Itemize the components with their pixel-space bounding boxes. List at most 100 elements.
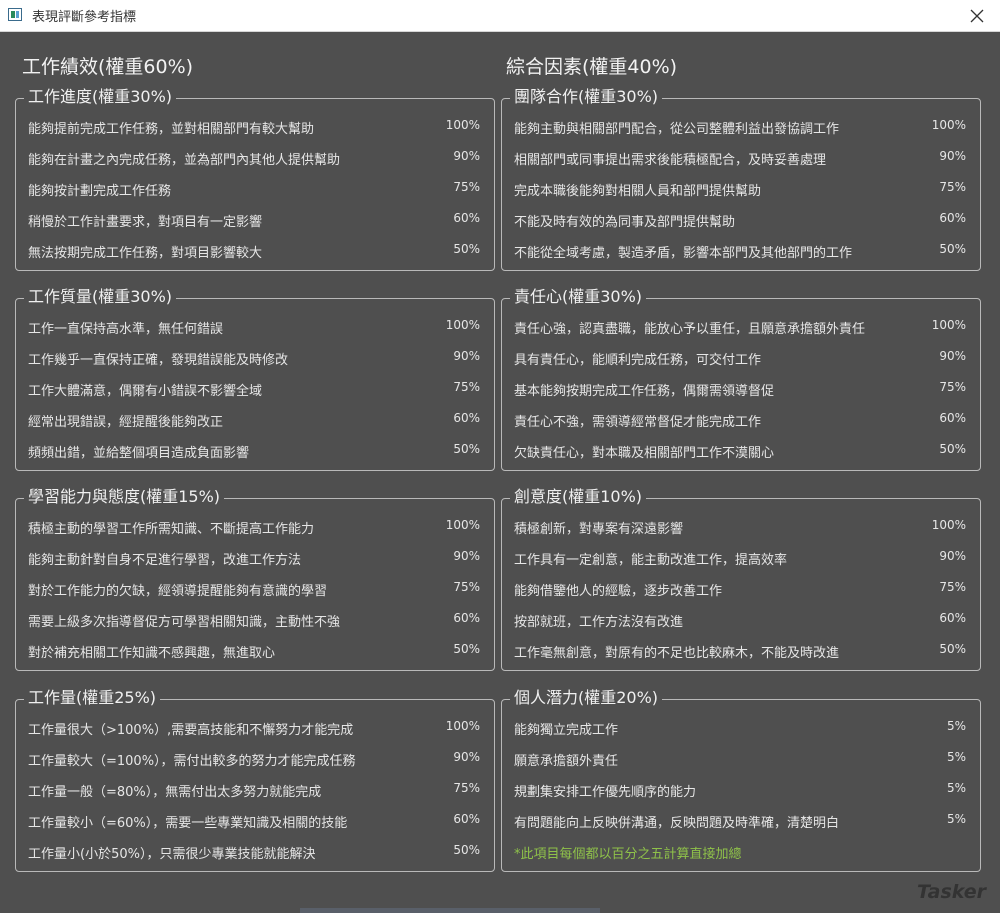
item-percent: 50% — [453, 442, 480, 456]
group-quality: 工作質量(權重30%) 工作一直保持高水準，無任何錯誤 100% 工作幾乎一直保持… — [15, 286, 495, 471]
item-text: 欠缺責任心，對本職及相關部門工作不漠關心 — [514, 446, 775, 461]
item-percent: 90% — [939, 349, 966, 363]
item-text: 願意承擔額外責任 — [514, 754, 619, 769]
list-item: 完成本職後能夠對相關人員和部門提供幫助 75% — [514, 178, 970, 199]
item-percent: 100% — [445, 318, 480, 332]
close-icon — [970, 9, 984, 22]
item-text: 能夠在計畫之內完成任務，並為部門內其他人提供幫助 — [28, 153, 341, 168]
item-text: 相關部門或同事提出需求後能積極配合，及時妥善處理 — [514, 153, 827, 168]
item-percent: 90% — [453, 549, 480, 563]
group-title: 團隊合作(權重30%) — [510, 86, 663, 108]
item-percent: 50% — [939, 442, 966, 456]
close-button[interactable] — [954, 0, 1000, 31]
item-percent: 75% — [453, 180, 480, 194]
list-item: 願意承擔額外責任 5% — [514, 748, 970, 769]
group-title: 責任心(權重30%) — [510, 286, 647, 308]
item-percent: 5% — [946, 781, 966, 795]
list-item: 有問題能向上反映併溝通，反映問題及時準確，清楚明白 5% — [514, 810, 970, 831]
list-item: 需要上級多次指導督促方可學習相關知識，主動性不強 60% — [28, 609, 484, 630]
list-item: 工作一直保持高水準，無任何錯誤 100% — [28, 316, 484, 337]
group-progress: 工作進度(權重30%) 能夠提前完成工作任務，並對相關部門有較大幫助 100% 能… — [15, 86, 495, 271]
list-item: 工作幾乎一直保持正確，發現錯誤能及時修改 90% — [28, 347, 484, 368]
item-percent: 75% — [453, 781, 480, 795]
group-title: 工作質量(權重30%) — [24, 286, 177, 308]
app-window-icon — [8, 8, 22, 21]
item-percent: 60% — [453, 211, 480, 225]
list-item: 稍慢於工作計畫要求，對項目有一定影響 60% — [28, 209, 484, 230]
item-percent: 60% — [453, 812, 480, 826]
group-title: 創意度(權重10%) — [510, 486, 647, 508]
column-title-overall: 綜合因素(權重40%) — [506, 56, 678, 78]
list-item: 能夠借鑒他人的經驗，逐步改善工作 75% — [514, 578, 970, 599]
item-text: 完成本職後能夠對相關人員和部門提供幫助 — [514, 184, 762, 199]
item-text: 對於補充相關工作知識不感興趣，無進取心 — [28, 646, 276, 661]
item-text: 稍慢於工作計畫要求，對項目有一定影響 — [28, 215, 263, 230]
taskbar-edge — [300, 908, 600, 913]
item-text: 有問題能向上反映併溝通，反映問題及時準確，清楚明白 — [514, 816, 840, 831]
item-text: 工作幾乎一直保持正確，發現錯誤能及時修改 — [28, 353, 289, 368]
list-item: 責任心不強，需領導經常督促才能完成工作 60% — [514, 409, 970, 430]
item-percent: 100% — [445, 719, 480, 733]
list-item: 相關部門或同事提出需求後能積極配合，及時妥善處理 90% — [514, 147, 970, 168]
group-creativity: 創意度(權重10%) 積極創新，對專案有深遠影響 100% 工作具有一定創意，能主… — [501, 486, 981, 671]
item-text: 積極主動的學習工作所需知識、不斷提高工作能力 — [28, 522, 315, 537]
list-item: 欠缺責任心，對本職及相關部門工作不漠關心 50% — [514, 440, 970, 461]
app-window: 表現評斷參考指標 工作績效(權重60%) 工作進度(權重30%) 能夠提前完成工… — [0, 0, 1000, 913]
item-percent: 60% — [939, 411, 966, 425]
item-percent: 5% — [946, 812, 966, 826]
item-text: 工作量很大（>100%）,需要高技能和不懈努力才能完成 — [28, 723, 354, 738]
item-text: 工作具有一定創意，能主動改進工作，提高效率 — [514, 553, 788, 568]
item-text: 能夠提前完成工作任務，並對相關部門有較大幫助 — [28, 122, 315, 137]
item-text: 工作一直保持高水準，無任何錯誤 — [28, 322, 224, 337]
list-item: 規劃集安排工作優先順序的能力 5% — [514, 779, 970, 800]
watermark-logo: Tasker — [916, 881, 986, 903]
item-text: 對於工作能力的欠缺，經領導提醒能夠有意識的學習 — [28, 584, 328, 599]
list-item: 工作量一般（=80%），無需付出太多努力就能完成 75% — [28, 779, 484, 800]
list-item: 對於工作能力的欠缺，經領導提醒能夠有意識的學習 75% — [28, 578, 484, 599]
item-text: 能夠獨立完成工作 — [514, 723, 619, 738]
item-percent: 75% — [939, 180, 966, 194]
list-item: 無法按期完成工作任務，對項目影響較大 50% — [28, 240, 484, 261]
item-text: 工作量較大（=100%），需付出較多的努力才能完成任務 — [28, 754, 356, 769]
item-percent: 100% — [445, 518, 480, 532]
item-percent: 75% — [939, 380, 966, 394]
list-item: 積極創新，對專案有深遠影響 100% — [514, 516, 970, 537]
item-text: 工作大體滿意，偶爾有小錯誤不影響全域 — [28, 384, 263, 399]
item-text: 工作毫無創意，對原有的不足也比較麻木，不能及時改進 — [514, 646, 840, 661]
item-text: 需要上級多次指導督促方可學習相關知識，主動性不強 — [28, 615, 341, 630]
item-percent: 5% — [946, 750, 966, 764]
title-bar: 表現評斷參考指標 — [0, 0, 1000, 32]
list-item: 能夠主動針對自身不足進行學習，改進工作方法 90% — [28, 547, 484, 568]
group-title: 個人潛力(權重20%) — [510, 687, 663, 709]
item-percent: 60% — [939, 211, 966, 225]
list-item: 不能從全域考慮，製造矛盾，影響本部門及其他部門的工作 50% — [514, 240, 970, 261]
group-teamwork: 團隊合作(權重30%) 能夠主動與相關部門配合，從公司整體利益出發協調工作 100… — [501, 86, 981, 271]
potential-note: *此項目每個都以百分之五計算直接加總 — [514, 847, 742, 862]
group-potential: 個人潛力(權重20%) 能夠獨立完成工作 5% 願意承擔額外責任 5% 規劃集安排工… — [501, 687, 981, 872]
list-item: 頻頻出錯，並給整個項目造成負面影響 50% — [28, 440, 484, 461]
list-item: 經常出現錯誤，經提醒後能夠改正 60% — [28, 409, 484, 430]
item-text: 能夠主動針對自身不足進行學習，改進工作方法 — [28, 553, 302, 568]
item-text: 規劃集安排工作優先順序的能力 — [514, 785, 697, 800]
item-percent: 60% — [939, 611, 966, 625]
item-percent: 50% — [939, 642, 966, 656]
item-percent: 50% — [939, 242, 966, 256]
item-percent: 75% — [453, 380, 480, 394]
item-text: 基本能夠按期完成工作任務，偶爾需領導督促 — [514, 384, 775, 399]
column-title-performance: 工作績效(權重60%) — [22, 56, 194, 78]
list-item: 積極主動的學習工作所需知識、不斷提高工作能力 100% — [28, 516, 484, 537]
list-item: 基本能夠按期完成工作任務，偶爾需領導督促 75% — [514, 378, 970, 399]
list-item: 工作毫無創意，對原有的不足也比較麻木，不能及時改進 50% — [514, 640, 970, 661]
item-text: 經常出現錯誤，經提醒後能夠改正 — [28, 415, 224, 430]
group-title: 學習能力與態度(權重15%) — [24, 486, 225, 508]
item-text: 不能從全域考慮，製造矛盾，影響本部門及其他部門的工作 — [514, 246, 853, 261]
item-text: 責任心強，認真盡職，能放心予以重任，且願意承擔額外責任 — [514, 322, 866, 337]
item-text: 頻頻出錯，並給整個項目造成負面影響 — [28, 446, 250, 461]
list-item: 對於補充相關工作知識不感興趣，無進取心 50% — [28, 640, 484, 661]
item-text: 無法按期完成工作任務，對項目影響較大 — [28, 246, 263, 261]
list-item: 能夠在計畫之內完成任務，並為部門內其他人提供幫助 90% — [28, 147, 484, 168]
list-item: 工作量小(小於50%），只需很少專業技能就能解決 50% — [28, 841, 484, 862]
list-item: 工作量較大（=100%），需付出較多的努力才能完成任務 90% — [28, 748, 484, 769]
item-text: 能夠主動與相關部門配合，從公司整體利益出發協調工作 — [514, 122, 840, 137]
item-percent: 60% — [453, 411, 480, 425]
